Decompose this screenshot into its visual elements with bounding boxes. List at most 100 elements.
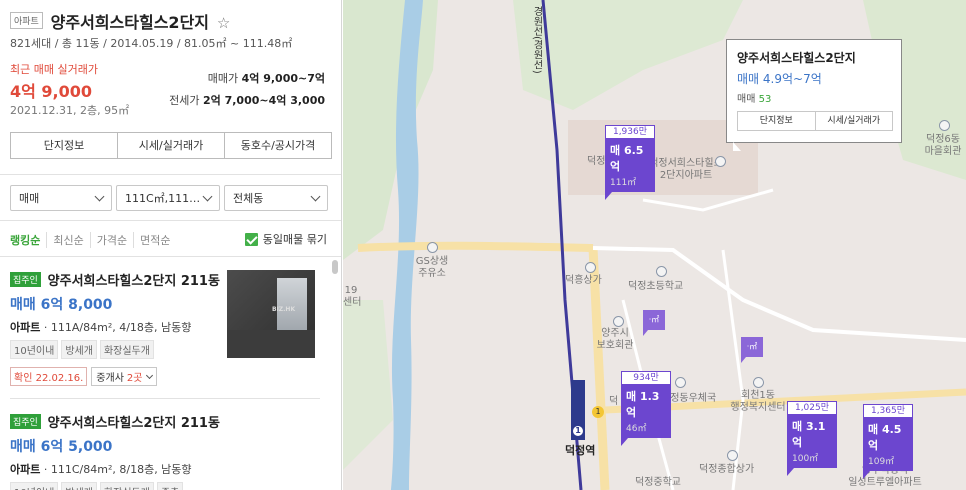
favorite-star-icon[interactable]: ☆ [217, 14, 230, 32]
map-view[interactable]: 경원선(경원선) 덕정서희스타힐스 2단지아파트 덕정 GS상생 주유소 19 … [343, 0, 966, 490]
agents-count: 2곳 [126, 373, 143, 384]
feature-tag: 10년이내 [10, 482, 59, 490]
building-icon [939, 120, 950, 131]
listing-meta: 확인 22.02.16. 중개사 2곳 [10, 367, 326, 386]
subway-line-icon: 1 [571, 424, 585, 438]
map-label-welfare: 양주시 보호회관 [596, 328, 634, 351]
recent-price-label: 최근 매매 실거래가 [10, 63, 98, 76]
thumbnail-watermark: BIZ.HK [272, 306, 296, 313]
recent-price: 4억 9,000 [10, 82, 93, 101]
listing-title: 양주서희스타힐스2단지 211동 [47, 416, 220, 431]
sort-latest[interactable]: 최신순 [46, 232, 89, 248]
trade-type-select[interactable]: 매매 [10, 185, 112, 211]
map-label-middle-school: 덕정중학교 [635, 477, 681, 488]
popup-market-price-button[interactable]: 시세/실거래가 [816, 112, 893, 130]
marker-price: 매 1.3억 [626, 390, 660, 419]
complex-summary: 821세대 / 총 11동 / 2014.05.19 / 81.05㎡ ~ 11… [10, 37, 293, 50]
price-per-area: 1,365만 [863, 404, 913, 418]
complex-popup[interactable]: 양주서희스타힐스2단지 매매 4.9억~7억 매매 53 단지정보 시세/실거래… [726, 39, 902, 151]
listing-info: 아파트 · 111C/84m², 8/18층, 남동향 [10, 463, 192, 476]
agents-dropdown[interactable]: 중개사 2곳 [91, 367, 158, 386]
map-label-side: 19 센터 [343, 285, 362, 308]
sale-range-label: 매매가 [207, 72, 239, 85]
sort-area[interactable]: 면적순 [133, 232, 176, 248]
gas-station-icon [427, 242, 438, 253]
feature-tag: 중층 [156, 482, 184, 490]
price-per-area: 1,025만 [787, 401, 837, 415]
price-per-area: 934만 [621, 371, 671, 385]
chevron-down-icon [310, 191, 321, 201]
popup-buttons: 단지정보 시세/실거래가 [737, 111, 893, 131]
recent-price-meta: 2021.12.31, 2층, 95㎡ [10, 104, 130, 117]
listing-spec: 111A/84m², 4/18층, 남동향 [50, 321, 192, 334]
marker-area: 100㎡ [792, 454, 819, 464]
tab-complex-info[interactable]: 단지정보 [11, 133, 118, 158]
listing-thumbnail[interactable]: BIZ.HK [227, 270, 315, 358]
chevron-down-icon [146, 371, 154, 379]
complex-header: 아파트 양주서희스타힐스2단지 ☆ [10, 9, 331, 33]
divider [0, 174, 341, 175]
sort-ranking[interactable]: 랭킹순 [10, 232, 46, 248]
divider [0, 256, 341, 257]
owner-tag: 집주인 [10, 414, 41, 429]
map-label-school: 덕정초등학교 [628, 281, 684, 292]
confirm-date: 확인 22.02.16. [10, 367, 88, 386]
station-name[interactable]: 덕정역 [565, 442, 595, 458]
apartment-icon [715, 156, 726, 167]
feature-tag: 방세개 [61, 340, 97, 359]
listing-spec: 111C/84m², 8/18층, 남동향 [50, 463, 192, 476]
listing-item[interactable]: 집주인 양주서희스타힐스2단지 211동 매매 6억 8,000 아파트 · 1… [10, 270, 326, 386]
map-marker-small[interactable]: ·㎡ [643, 310, 665, 336]
marker-price: 매 4.5억 [868, 423, 902, 452]
chevron-down-icon [202, 191, 213, 201]
building-select[interactable]: 전체동 [224, 185, 328, 211]
popup-price: 매매 4.9억~7억 [737, 72, 822, 86]
area-select[interactable]: 111C㎡,111… [116, 185, 220, 211]
group-same-listings-toggle[interactable]: 동일매물 묶기 [244, 231, 327, 247]
sort-options: 랭킹순 최신순 가격순 면적순 [10, 232, 177, 248]
property-type-tag: 아파트 [10, 12, 43, 29]
listing-item[interactable]: 집주인 양주서희스타힐스2단지 211동 매매 6억 5,000 아파트 · 1… [10, 412, 326, 490]
rail-line-label: 경원선(경원선) [531, 6, 542, 74]
chevron-down-icon [94, 191, 105, 201]
price-marker[interactable]: 1,025만 매 3.1억 100㎡ [787, 401, 837, 476]
map-label-gas-station: GS상생 주유소 [415, 256, 449, 279]
price-marker[interactable]: 1,365만 매 4.5억 109㎡ [863, 404, 913, 479]
map-label-village-hall: 덕정6동 마을회관 [924, 134, 962, 157]
school-icon [656, 266, 667, 277]
shop-icon [585, 262, 596, 273]
listing-panel: 아파트 양주서희스타힐스2단지 ☆ 821세대 / 총 11동 / 2014.0… [0, 0, 342, 490]
map-label-community-center: 회천1동 행정복지센터 [730, 390, 786, 413]
price-marker-body: 매 6.5억 111㎡ [605, 139, 655, 192]
group-toggle-label: 동일매물 묶기 [262, 233, 327, 246]
tab-market-price[interactable]: 시세/실거래가 [118, 133, 225, 158]
feature-tag: 화장실두개 [99, 482, 154, 490]
divider [10, 398, 320, 399]
popup-count-value: 53 [758, 94, 772, 105]
complex-title: 양주서희스타힐스2단지 [50, 13, 210, 32]
jeonse-range-label: 전세가 [169, 94, 200, 107]
price-marker[interactable]: 934만 매 1.3억 46㎡ [621, 371, 671, 446]
sale-price-range: 매매가 4억 9,000~7억 [208, 70, 325, 86]
list-scrollbar[interactable] [332, 260, 338, 274]
area-value: 111C㎡,111… [125, 192, 201, 205]
feature-tag: 방세개 [61, 482, 97, 490]
divider [0, 220, 341, 221]
marker-tail [863, 471, 877, 479]
popup-complex-info-button[interactable]: 단지정보 [738, 112, 816, 130]
feature-tag: 10년이내 [10, 340, 59, 359]
listing-price: 매매 6억 5,000 [10, 439, 113, 455]
sort-price[interactable]: 가격순 [89, 232, 133, 248]
price-marker[interactable]: 1,936만 매 6.5억 111㎡ [605, 125, 655, 200]
sale-range-value: 4억 9,000~7억 [241, 72, 325, 85]
popup-count-label: 매매 [737, 94, 756, 105]
map-label-complex-short: 덕정 [587, 156, 606, 167]
checkbox-checked-icon[interactable] [244, 232, 258, 246]
filter-bar: 매매 111C㎡,111… 전체동 [10, 185, 328, 211]
owner-tag: 집주인 [10, 272, 41, 287]
map-label-mall: 덕정종합상가 [699, 464, 755, 475]
marker-area: 109㎡ [868, 457, 895, 467]
tab-unit-public-price[interactable]: 동호수/공시가격 [225, 133, 331, 158]
map-marker-small[interactable]: ·㎡ [741, 337, 763, 363]
listing-type: 아파트 [10, 463, 41, 476]
